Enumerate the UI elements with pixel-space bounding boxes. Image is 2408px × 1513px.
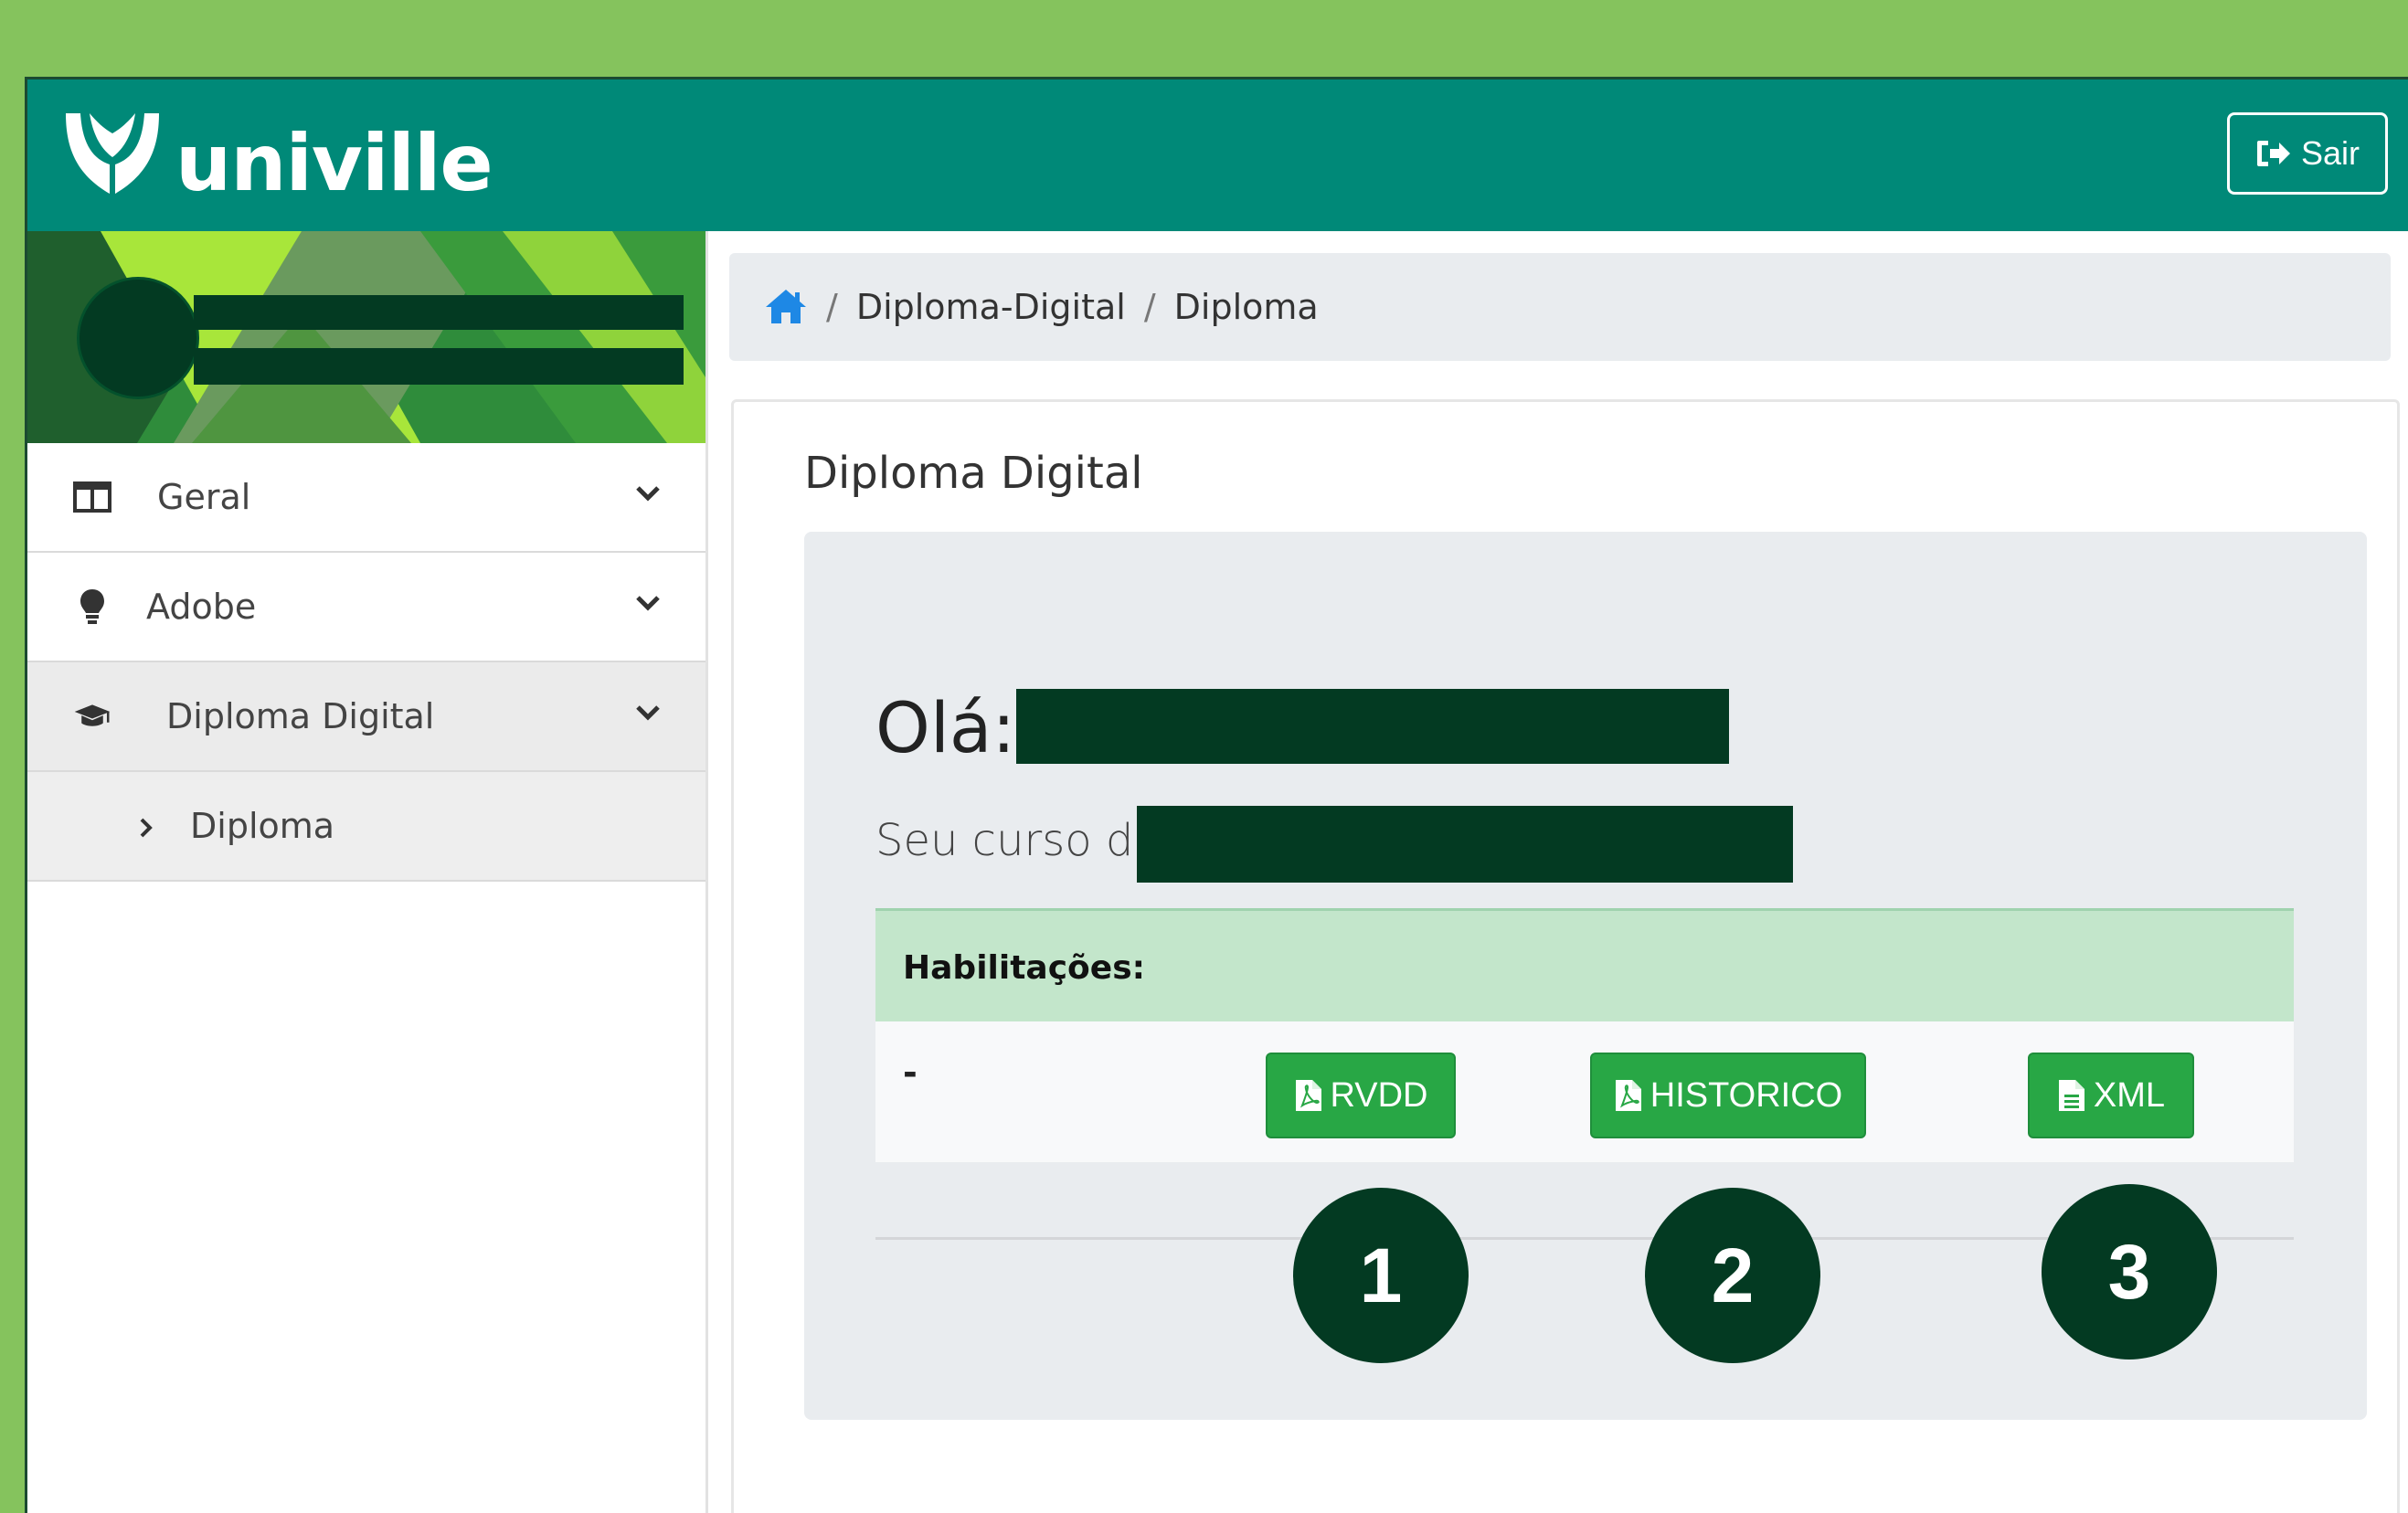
redacted-user-name bbox=[194, 295, 684, 330]
historico-label: HISTORICO bbox=[1650, 1075, 1843, 1115]
sidebar-item-adobe[interactable]: Adobe bbox=[27, 553, 705, 662]
greeting-label: Olá: bbox=[875, 687, 1016, 768]
callout-1: 1 bbox=[1293, 1188, 1469, 1363]
card-title: Diploma Digital bbox=[804, 448, 1143, 499]
graduation-cap-icon bbox=[73, 697, 111, 735]
redacted-student-name bbox=[1016, 689, 1729, 764]
sidebar-subitem-label: Diploma bbox=[190, 806, 335, 846]
sidebar-item-label: Diploma Digital bbox=[166, 696, 435, 736]
sidebar-item-geral[interactable]: Geral bbox=[27, 443, 705, 553]
sidebar: Geral Adobe Diploma Digital Diploma bbox=[27, 231, 708, 1513]
xml-button[interactable]: XML bbox=[2028, 1053, 2194, 1138]
chevron-down-icon bbox=[636, 705, 660, 721]
breadcrumb-item-diploma-digital[interactable]: Diploma-Digital bbox=[856, 287, 1126, 327]
file-pdf-icon bbox=[1295, 1080, 1321, 1111]
logout-label: Sair bbox=[2300, 134, 2360, 172]
sign-out-icon bbox=[2256, 141, 2290, 166]
rvdd-button[interactable]: RVDD bbox=[1266, 1053, 1456, 1138]
lightbulb-icon bbox=[73, 587, 111, 626]
chevron-down-icon bbox=[636, 486, 660, 502]
logout-button[interactable]: Sair bbox=[2227, 112, 2388, 195]
historico-button[interactable]: HISTORICO bbox=[1590, 1053, 1866, 1138]
breadcrumb: / Diploma-Digital / Diploma bbox=[729, 253, 2391, 361]
chevron-down-icon bbox=[636, 596, 660, 611]
logo-text: univille bbox=[175, 118, 493, 209]
habilitacao-value: - bbox=[903, 1053, 918, 1093]
avatar bbox=[77, 277, 199, 399]
file-text-icon bbox=[2058, 1080, 2084, 1111]
rvdd-label: RVDD bbox=[1330, 1075, 1428, 1115]
user-profile-banner bbox=[27, 231, 705, 443]
sidebar-subitem-diploma[interactable]: Diploma bbox=[27, 772, 705, 882]
home-icon[interactable] bbox=[764, 287, 808, 327]
diploma-panel: Olá: Seu curso de: Habilitações: - RVDD bbox=[804, 532, 2367, 1420]
breadcrumb-item-diploma: Diploma bbox=[1173, 287, 1319, 327]
breadcrumb-separator: / bbox=[826, 287, 838, 327]
xml-label: XML bbox=[2093, 1075, 2166, 1115]
course-label: Seu curso de: bbox=[875, 815, 1176, 866]
redacted-course-name bbox=[1137, 806, 1793, 883]
sidebar-item-diploma-digital[interactable]: Diploma Digital bbox=[27, 662, 705, 772]
chevron-right-icon bbox=[140, 818, 153, 838]
callout-3: 3 bbox=[2042, 1184, 2217, 1360]
univille-leaf-icon bbox=[66, 113, 159, 194]
redacted-user-info bbox=[194, 348, 684, 385]
diploma-card: Diploma Digital Olá: Seu curso de: Habil… bbox=[731, 399, 2400, 1513]
habilitacoes-row: - RVDD HISTORICO XML bbox=[875, 1021, 2294, 1162]
univille-logo[interactable]: univille bbox=[62, 107, 493, 207]
top-bar: univille Sair bbox=[27, 79, 2408, 231]
sidebar-item-label: Geral bbox=[157, 477, 251, 517]
callout-2: 2 bbox=[1645, 1188, 1820, 1363]
app-window: univille Sair Geral Adobe Diploma Digita… bbox=[25, 77, 2408, 1513]
columns-icon bbox=[73, 478, 111, 516]
habilitacoes-label: Habilitações: bbox=[903, 948, 1146, 987]
breadcrumb-separator: / bbox=[1143, 287, 1156, 327]
habilitacoes-header: Habilitações: bbox=[875, 908, 2294, 1024]
file-pdf-icon bbox=[1615, 1080, 1641, 1111]
sidebar-item-label: Adobe bbox=[146, 587, 257, 627]
